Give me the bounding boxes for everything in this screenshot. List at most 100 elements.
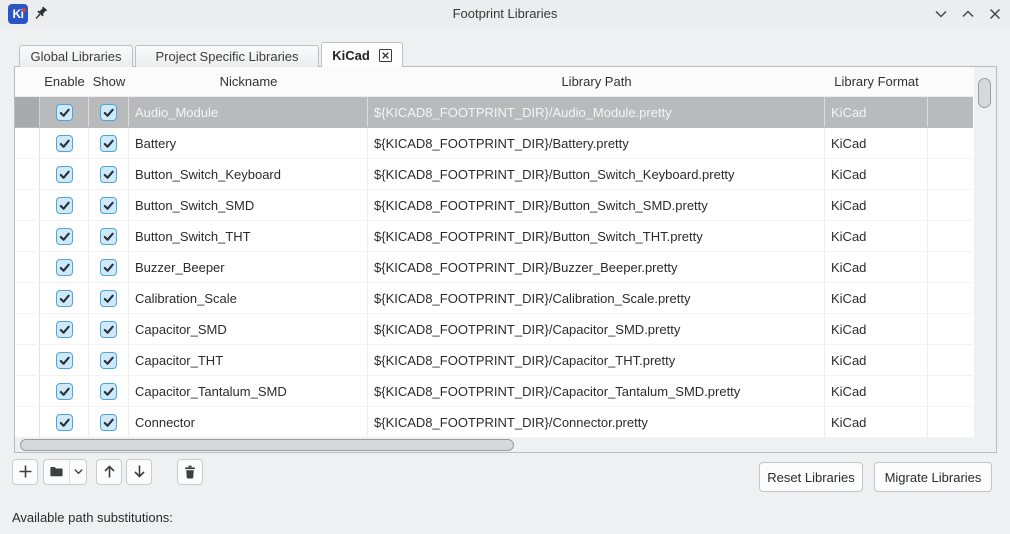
table-row[interactable]: Capacitor_SMD ${KICAD8_FOOTPRINT_DIR}/Ca…	[15, 314, 973, 345]
column-header-enable[interactable]: Enable	[40, 74, 89, 89]
show-checkbox[interactable]	[100, 165, 117, 183]
table-row[interactable]: Button_Switch_THT ${KICAD8_FOOTPRINT_DIR…	[15, 221, 973, 252]
nickname-cell[interactable]: Capacitor_SMD	[129, 314, 368, 344]
enable-checkbox[interactable]	[55, 165, 73, 183]
library-format-cell[interactable]: KiCad	[825, 345, 928, 375]
enable-checkbox[interactable]	[55, 227, 73, 245]
show-checkbox[interactable]	[100, 103, 117, 121]
library-path-cell[interactable]: ${KICAD8_FOOTPRINT_DIR}/Capacitor_SMD.pr…	[368, 314, 825, 344]
enable-checkbox[interactable]	[55, 382, 73, 400]
table-row[interactable]: Capacitor_THT ${KICAD8_FOOTPRINT_DIR}/Ca…	[15, 345, 973, 376]
enable-checkbox[interactable]	[55, 351, 73, 369]
tab-kicad[interactable]: KiCad	[321, 42, 403, 67]
enable-checkbox[interactable]	[55, 320, 73, 338]
column-header-show[interactable]: Show	[89, 74, 129, 89]
table-row[interactable]: Buzzer_Beeper ${KICAD8_FOOTPRINT_DIR}/Bu…	[15, 252, 973, 283]
table-row[interactable]: Connector ${KICAD8_FOOTPRINT_DIR}/Connec…	[15, 407, 973, 438]
library-path-cell[interactable]: ${KICAD8_FOOTPRINT_DIR}/Battery.pretty	[368, 128, 825, 158]
library-path-cell[interactable]: ${KICAD8_FOOTPRINT_DIR}/Audio_Module.pre…	[368, 97, 825, 127]
library-format-cell[interactable]: KiCad	[825, 407, 928, 437]
folder-icon[interactable]	[44, 460, 69, 484]
show-checkbox[interactable]	[100, 134, 117, 152]
row-header-cell[interactable]	[15, 159, 40, 189]
migrate-libraries-button[interactable]: Migrate Libraries	[874, 462, 992, 492]
library-format-cell[interactable]: KiCad	[825, 190, 928, 220]
move-up-button[interactable]	[96, 458, 122, 485]
show-checkbox[interactable]	[100, 258, 117, 276]
row-header-cell[interactable]	[15, 128, 40, 158]
horizontal-scrollbar[interactable]	[15, 438, 996, 452]
library-path-cell[interactable]: ${KICAD8_FOOTPRINT_DIR}/Capacitor_Tantal…	[368, 376, 825, 406]
row-header-cell[interactable]	[15, 407, 40, 437]
add-library-button[interactable]	[12, 458, 38, 485]
chevron-down-icon[interactable]	[69, 459, 86, 484]
vertical-scrollbar[interactable]	[974, 67, 996, 438]
library-path-cell[interactable]: ${KICAD8_FOOTPRINT_DIR}/Button_Switch_TH…	[368, 221, 825, 251]
row-header-cell[interactable]	[15, 221, 40, 251]
nickname-cell[interactable]: Button_Switch_THT	[129, 221, 368, 251]
enable-checkbox[interactable]	[55, 258, 73, 276]
nickname-cell[interactable]: Button_Switch_Keyboard	[129, 159, 368, 189]
library-format-cell[interactable]: KiCad	[825, 252, 928, 282]
nickname-cell[interactable]: Audio_Module	[129, 97, 368, 127]
enable-checkbox[interactable]	[55, 134, 73, 152]
library-path-cell[interactable]: ${KICAD8_FOOTPRINT_DIR}/Capacitor_THT.pr…	[368, 345, 825, 375]
row-header-cell[interactable]	[15, 252, 40, 282]
row-header-cell[interactable]	[15, 345, 40, 375]
row-header-cell[interactable]	[15, 97, 40, 127]
move-down-button[interactable]	[126, 458, 152, 485]
library-format-cell[interactable]: KiCad	[825, 128, 928, 158]
table-row[interactable]: Button_Switch_Keyboard ${KICAD8_FOOTPRIN…	[15, 159, 973, 190]
column-header-library-format[interactable]: Library Format	[825, 74, 928, 89]
window-maximize-button[interactable]	[961, 7, 975, 21]
table-row[interactable]: Capacitor_Tantalum_SMD ${KICAD8_FOOTPRIN…	[15, 376, 973, 407]
vertical-scrollbar-thumb[interactable]	[978, 78, 991, 108]
window-shade-button[interactable]	[934, 7, 948, 21]
row-header-cell[interactable]	[15, 283, 40, 313]
enable-checkbox[interactable]	[55, 196, 73, 214]
library-format-cell[interactable]: KiCad	[825, 376, 928, 406]
library-format-cell[interactable]: KiCad	[825, 221, 928, 251]
reset-libraries-button[interactable]: Reset Libraries	[759, 462, 863, 492]
delete-library-button[interactable]	[177, 458, 203, 485]
library-path-cell[interactable]: ${KICAD8_FOOTPRINT_DIR}/Button_Switch_Ke…	[368, 159, 825, 189]
show-checkbox[interactable]	[100, 413, 117, 431]
library-path-cell[interactable]: ${KICAD8_FOOTPRINT_DIR}/Button_Switch_SM…	[368, 190, 825, 220]
enable-checkbox[interactable]	[55, 289, 73, 307]
column-header-library-path[interactable]: Library Path	[368, 74, 825, 89]
nickname-cell[interactable]: Capacitor_Tantalum_SMD	[129, 376, 368, 406]
window-close-button[interactable]	[988, 7, 1002, 21]
show-checkbox[interactable]	[100, 196, 117, 214]
row-header-cell[interactable]	[15, 376, 40, 406]
tab-close-icon[interactable]	[378, 48, 392, 62]
library-path-cell[interactable]: ${KICAD8_FOOTPRINT_DIR}/Calibration_Scal…	[368, 283, 825, 313]
library-format-cell[interactable]: KiCad	[825, 159, 928, 189]
nickname-cell[interactable]: Battery	[129, 128, 368, 158]
nickname-cell[interactable]: Buzzer_Beeper	[129, 252, 368, 282]
show-checkbox[interactable]	[100, 227, 117, 245]
enable-checkbox[interactable]	[55, 413, 73, 431]
show-checkbox[interactable]	[100, 382, 117, 400]
show-checkbox[interactable]	[100, 351, 117, 369]
library-path-cell[interactable]: ${KICAD8_FOOTPRINT_DIR}/Connector.pretty	[368, 407, 825, 437]
library-path-cell[interactable]: ${KICAD8_FOOTPRINT_DIR}/Buzzer_Beeper.pr…	[368, 252, 825, 282]
nickname-cell[interactable]: Connector	[129, 407, 368, 437]
nickname-cell[interactable]: Calibration_Scale	[129, 283, 368, 313]
table-row[interactable]: Calibration_Scale ${KICAD8_FOOTPRINT_DIR…	[15, 283, 973, 314]
column-header-nickname[interactable]: Nickname	[129, 74, 368, 89]
show-checkbox[interactable]	[100, 289, 117, 307]
library-format-cell[interactable]: KiCad	[825, 283, 928, 313]
show-checkbox[interactable]	[100, 320, 117, 338]
tab-project-specific-libraries[interactable]: Project Specific Libraries	[135, 45, 319, 67]
table-row[interactable]: Audio_Module ${KICAD8_FOOTPRINT_DIR}/Aud…	[15, 97, 973, 128]
enable-checkbox[interactable]	[55, 103, 73, 121]
library-format-cell[interactable]: KiCad	[825, 97, 928, 127]
table-row[interactable]: Battery ${KICAD8_FOOTPRINT_DIR}/Battery.…	[15, 128, 973, 159]
browse-libraries-split-button[interactable]	[43, 458, 87, 485]
tab-global-libraries[interactable]: Global Libraries	[19, 45, 133, 67]
row-header-cell[interactable]	[15, 314, 40, 344]
library-format-cell[interactable]: KiCad	[825, 314, 928, 344]
horizontal-scrollbar-thumb[interactable]	[20, 439, 514, 451]
nickname-cell[interactable]: Button_Switch_SMD	[129, 190, 368, 220]
table-row[interactable]: Button_Switch_SMD ${KICAD8_FOOTPRINT_DIR…	[15, 190, 973, 221]
